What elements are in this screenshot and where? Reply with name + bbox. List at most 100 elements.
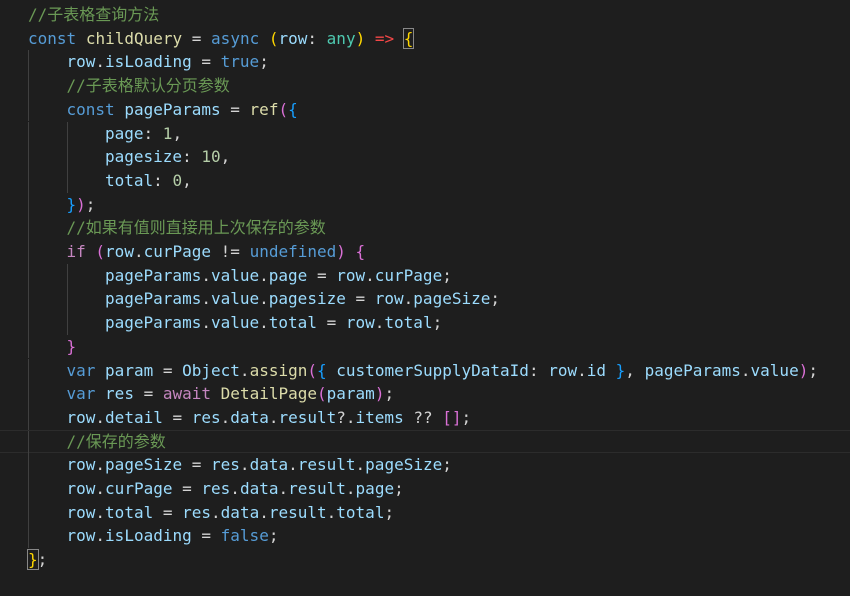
code-comment: //如果有值则直接用上次保存的参数 [66,218,326,238]
code-token: total [268,313,317,333]
code-line[interactable]: //子表格默认分页参数 [0,74,850,98]
code-line[interactable]: pagesize: 10, [0,145,850,169]
code-token: row [548,360,578,380]
code-line[interactable]: var param = Object.assign({ customerSupp… [0,358,850,383]
code-token: page [268,265,308,285]
indent-guide [28,216,29,240]
code-line[interactable]: }; [0,548,850,572]
code-token: . [201,313,211,333]
code-token: ; [85,194,96,214]
code-token: 10 [201,147,221,167]
code-line[interactable]: if (row.curPage != undefined) { [0,240,850,264]
code-token: var [66,360,96,380]
code-token: ?? [403,407,443,427]
code-token: ( [317,384,327,404]
code-line[interactable]: }); [0,192,850,217]
code-token: } [615,360,626,380]
code-line[interactable]: //如果有值则直接用上次保存的参数 [0,216,850,240]
code-line[interactable]: //子表格查询方法 [0,3,850,27]
code-token: pageParams [105,265,202,285]
code-text: }); [67,193,96,217]
code-line[interactable]: total: 0, [0,168,850,193]
code-line[interactable]: } [0,334,850,359]
code-token: curPage [143,242,212,261]
code-token: DetailPage [220,384,317,404]
code-token: value [210,313,260,333]
code-token: . [95,502,106,522]
code-text: if (row.curPage != undefined) { [67,240,366,264]
code-text: row.pageSize = res.data.result.pageSize; [67,453,452,477]
code-token: row [66,455,96,475]
code-token: ; [808,360,818,380]
code-token: detail [105,407,163,427]
code-token: . [403,289,414,309]
code-line[interactable]: row.isLoading = true; [0,50,850,75]
code-token: data [230,407,269,427]
code-token: } [27,549,39,571]
code-line-current[interactable]: //保存的参数 [0,429,850,455]
code-line[interactable]: pageParams.value.total = row.total; [0,311,850,335]
code-token: . [259,502,269,522]
indent-guide [28,405,29,430]
code-token: ; [384,502,395,522]
code-token: [] [442,407,462,427]
code-token: pageParams [105,313,202,333]
indent-guide [66,263,68,288]
code-token: total [336,502,385,522]
code-editor[interactable]: //子表格查询方法 const childQuery = async (row: … [0,0,850,596]
code-token: ; [490,289,500,309]
code-line[interactable]: row.detail = res.data.result?.items ?? [… [0,405,850,430]
code-line[interactable]: const pageParams = ref({ [0,97,850,122]
code-line[interactable]: var res = await DetailPage(param); [0,382,850,406]
indent-guide [66,145,68,169]
code-token: total [384,313,433,333]
code-token: pageSize [105,455,183,475]
code-token: . [201,289,211,309]
code-token: undefined [249,242,337,261]
code-line[interactable]: page: 1, [0,121,850,146]
indent-guide [28,97,29,122]
indent-guide [28,311,29,335]
code-token: row [105,242,134,261]
code-token: param [326,384,375,404]
code-token: . [374,313,385,333]
code-token: = [153,502,183,522]
code-token: , [220,147,231,167]
code-line[interactable]: row.pageSize = res.data.result.pageSize; [0,453,850,477]
code-token: row [66,479,96,498]
code-line[interactable]: pageParams.value.page = row.curPage; [0,263,850,288]
code-token: total [105,170,154,190]
code-token: } [66,194,77,214]
code-text: total: 0, [105,169,192,193]
code-text: pageParams.value.page = row.curPage; [105,264,452,288]
code-token: ( [278,99,289,119]
code-token: childQuery [85,28,183,48]
code-comment: //子表格查询方法 [28,5,160,24]
code-token: : [153,170,173,190]
code-token: . [259,289,269,309]
code-line[interactable]: row.total = res.data.result.total; [0,500,850,525]
code-token: ) [336,242,346,261]
code-token: ) [798,360,809,380]
code-token: . [95,455,106,475]
code-token: result [297,455,356,475]
code-line[interactable]: const childQuery = async (row: any) => { [0,27,850,51]
code-text: //子表格默认分页参数 [67,74,230,98]
code-token: value [210,289,260,309]
code-token: , [172,123,183,143]
code-token: = [162,407,192,427]
code-line[interactable]: row.isLoading = false; [0,524,850,549]
indent-guide [28,524,29,549]
code-token: result [278,407,337,427]
code-line[interactable]: row.curPage = res.data.result.page; [0,477,850,501]
code-token: any [326,28,356,48]
code-token: ; [442,265,452,285]
code-token: isLoading [105,526,192,546]
code-line[interactable]: pageParams.value.pagesize = row.pageSize… [0,287,850,312]
code-token: data [220,502,260,522]
